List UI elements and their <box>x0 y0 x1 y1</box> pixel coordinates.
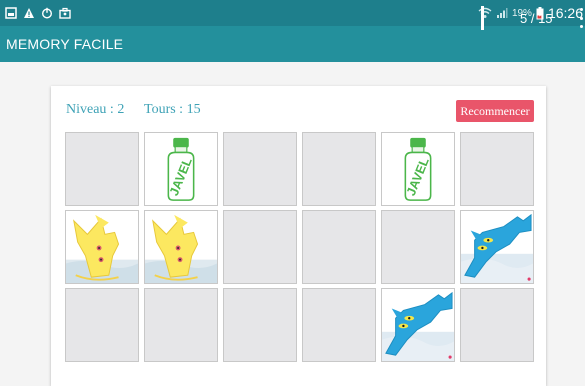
signal-icon <box>496 8 508 18</box>
memory-card-yellow[interactable] <box>65 210 139 284</box>
power-icon <box>41 7 53 19</box>
memory-card-hidden[interactable] <box>302 288 376 362</box>
memory-card-hidden[interactable] <box>223 210 297 284</box>
memory-card-hidden[interactable] <box>460 288 534 362</box>
memory-card-blue[interactable] <box>460 210 534 284</box>
memory-card-bottle[interactable]: JAVEL <box>381 132 455 206</box>
memory-card-hidden[interactable] <box>65 288 139 362</box>
status-left-icons <box>0 7 71 19</box>
gallery-icon <box>5 7 17 19</box>
memory-card-hidden[interactable] <box>223 132 297 206</box>
blue-creature-icon <box>461 213 533 283</box>
bleach-bottle-icon: JAVEL <box>167 137 195 201</box>
restart-button[interactable]: Recommencer <box>456 100 534 122</box>
turns-label: Tours : 15 <box>144 102 201 117</box>
memory-card-bottle[interactable]: JAVEL <box>144 132 218 206</box>
memory-card-hidden[interactable] <box>65 132 139 206</box>
status-bar: 19% 16:26 <box>0 0 585 26</box>
memory-card-hidden[interactable] <box>223 288 297 362</box>
memory-card-hidden[interactable] <box>302 132 376 206</box>
overflow-menu-icon[interactable] <box>577 8 585 28</box>
yellow-creature-icon <box>66 214 138 283</box>
memory-card-blue[interactable] <box>381 288 455 362</box>
app-title: MEMORY FACILE <box>6 36 124 52</box>
memory-card-hidden[interactable] <box>381 210 455 284</box>
yellow-creature-icon <box>145 214 217 283</box>
briefcase-icon <box>59 7 71 19</box>
memory-card-hidden[interactable] <box>144 288 218 362</box>
app-bar-divider <box>481 6 484 30</box>
memory-card-hidden[interactable] <box>460 132 534 206</box>
bleach-bottle-icon: JAVEL <box>404 137 432 201</box>
pairs-progress: 5 / 15 <box>520 11 553 26</box>
memory-card-yellow[interactable] <box>144 210 218 284</box>
blue-creature-icon <box>382 291 454 361</box>
warning-icon <box>24 8 34 18</box>
memory-card-hidden[interactable] <box>302 210 376 284</box>
level-label: Niveau : 2 <box>66 102 125 117</box>
app-bar: MEMORY FACILE <box>0 26 585 62</box>
